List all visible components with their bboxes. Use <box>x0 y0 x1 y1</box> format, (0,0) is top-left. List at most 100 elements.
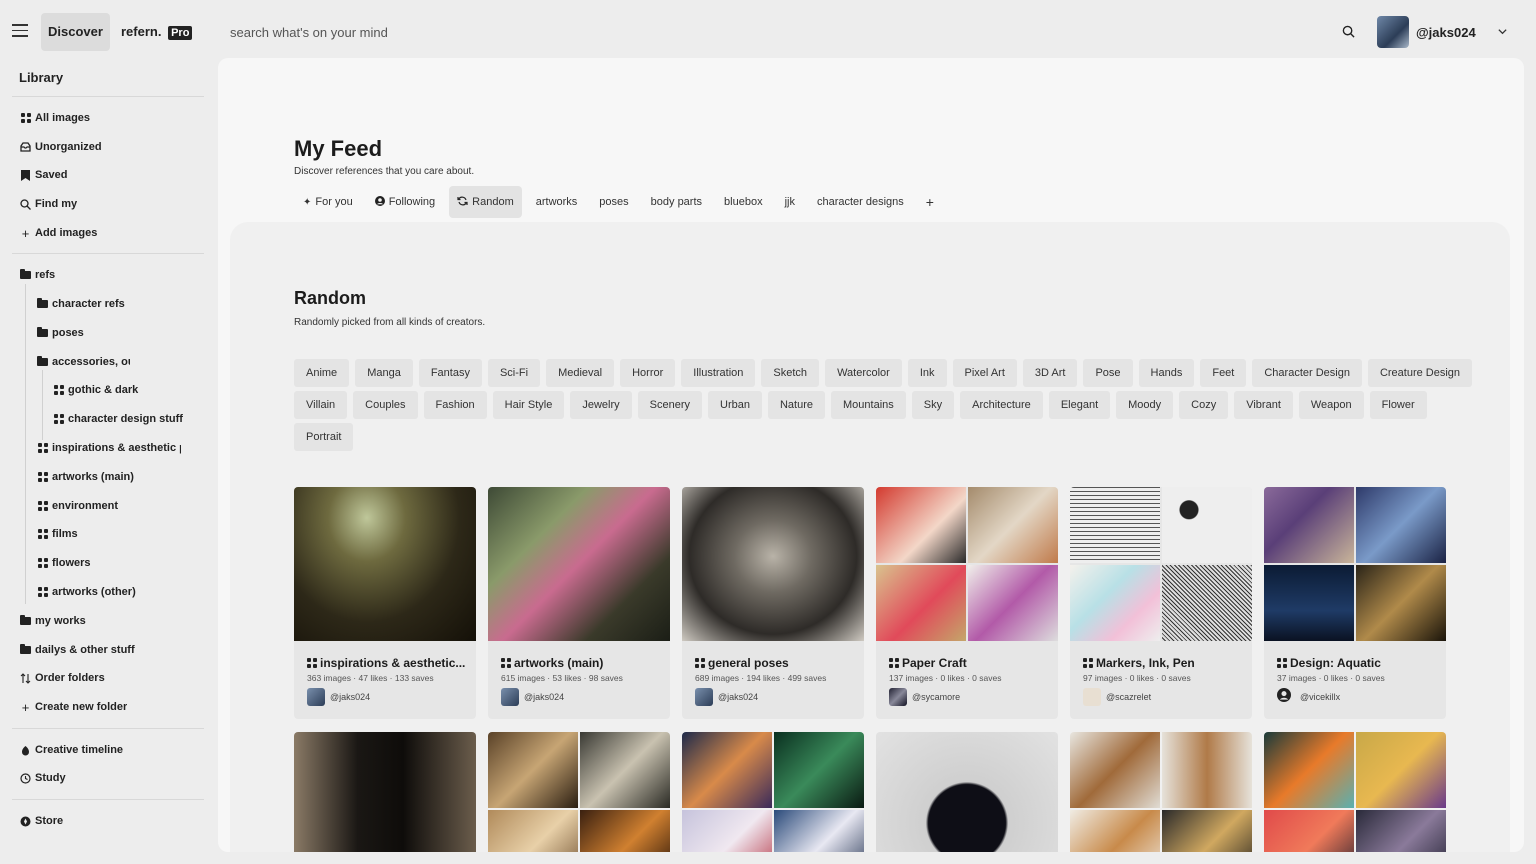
sidebar-folder-inspirations[interactable]: inspirations & aesthetic ph <box>37 438 181 458</box>
collection-card[interactable] <box>876 732 1058 852</box>
sidebar-folder-character-design-stuff[interactable]: character design stuff <box>53 409 203 429</box>
tab-character-designs[interactable]: character designs <box>809 186 912 218</box>
search-input[interactable] <box>222 18 1322 46</box>
chevron-down-icon[interactable] <box>1497 26 1508 37</box>
tag-chip[interactable]: Sci-Fi <box>487 359 541 387</box>
avatar[interactable] <box>1377 16 1409 48</box>
search-icon[interactable] <box>1342 25 1355 38</box>
collection-card[interactable]: Design: Aquatic 37 images · 0 likes · 0 … <box>1264 487 1446 719</box>
tag-chip[interactable]: Hands <box>1138 359 1195 387</box>
tab-following[interactable]: Following <box>367 186 443 218</box>
tag-chip[interactable]: Sky <box>911 391 955 419</box>
collection-card[interactable]: Markers, Ink, Pen 97 images · 0 likes · … <box>1070 487 1252 719</box>
avatar[interactable] <box>307 688 325 706</box>
tab-artworks[interactable]: artworks <box>528 186 586 218</box>
tag-chip[interactable]: Couples <box>353 391 418 419</box>
card-owner[interactable]: @jaks024 <box>718 692 758 702</box>
tag-chip[interactable]: Illustration <box>681 359 756 387</box>
sidebar-item-saved[interactable]: Saved <box>20 165 67 185</box>
tag-chip[interactable]: Sketch <box>761 359 820 387</box>
sidebar-folder-artworks-other[interactable]: artworks (other) <box>37 582 202 602</box>
sidebar-item-add-images[interactable]: + Add images <box>20 223 98 243</box>
tag-chip[interactable]: Fashion <box>423 391 487 419</box>
discover-button[interactable]: Discover <box>41 13 110 51</box>
sidebar-folder-gothic-dark[interactable]: gothic & dark <box>53 380 203 400</box>
collection-card[interactable] <box>682 732 864 852</box>
sidebar-item-find-my[interactable]: Find my <box>20 194 77 214</box>
tag-chip[interactable]: Horror <box>620 359 676 387</box>
sidebar-folder-my-works[interactable]: my works <box>20 611 86 631</box>
sidebar-folder-poses[interactable]: poses <box>37 323 202 343</box>
tag-chip[interactable]: Villain <box>294 391 348 419</box>
sidebar-study[interactable]: Study <box>20 768 66 788</box>
card-owner[interactable]: @jaks024 <box>330 692 370 702</box>
tag-chip[interactable]: Urban <box>708 391 762 419</box>
collection-card[interactable] <box>294 732 476 852</box>
tag-chip[interactable]: Medieval <box>546 359 615 387</box>
sidebar-folder-dailys[interactable]: dailys & other stuff <box>20 640 135 660</box>
collection-card[interactable] <box>1264 732 1446 852</box>
tab-poses[interactable]: poses <box>591 186 636 218</box>
tag-chip[interactable]: Feet <box>1200 359 1247 387</box>
tag-chip[interactable]: Cozy <box>1179 391 1229 419</box>
tag-chip[interactable]: Watercolor <box>825 359 902 387</box>
tag-chip[interactable]: Flower <box>1369 391 1427 419</box>
tab-jjk[interactable]: jjk <box>777 186 803 218</box>
sidebar-folder-refs[interactable]: refs <box>20 265 55 285</box>
tag-chip[interactable]: Mountains <box>831 391 906 419</box>
tag-chip[interactable]: Nature <box>767 391 825 419</box>
sidebar-folder-environment[interactable]: environment <box>37 496 202 516</box>
add-tab-button[interactable]: + <box>918 194 942 210</box>
collection-card[interactable] <box>1070 732 1252 852</box>
tag-chip[interactable]: Portrait <box>294 423 354 451</box>
tab-random[interactable]: Random <box>449 186 522 218</box>
card-owner[interactable]: @scazrelet <box>1106 692 1151 702</box>
sidebar-folder-character-refs[interactable]: character refs <box>37 294 202 314</box>
sidebar-create-folder[interactable]: + Create new folder <box>20 697 128 717</box>
user-circle-icon[interactable] <box>1277 688 1295 706</box>
tab-for-you[interactable]: ✦ For you <box>295 186 361 218</box>
tab-bluebox[interactable]: bluebox <box>716 186 771 218</box>
card-owner[interactable]: @sycamore <box>912 692 960 702</box>
avatar[interactable] <box>501 688 519 706</box>
sidebar-folder-flowers[interactable]: flowers <box>37 553 202 573</box>
tab-body-parts[interactable]: body parts <box>643 186 710 218</box>
tag-chip[interactable]: Scenery <box>637 391 702 419</box>
tag-chip[interactable]: Pose <box>1083 359 1133 387</box>
tag-chip[interactable]: Vibrant <box>1234 391 1293 419</box>
tag-chip[interactable]: Fantasy <box>418 359 482 387</box>
collection-card[interactable] <box>488 732 670 852</box>
collection-card[interactable]: inspirations & aesthetic... 363 images ·… <box>294 487 476 719</box>
sidebar-folder-accessories[interactable]: accessories, out <box>37 352 130 372</box>
sidebar-item-all-images[interactable]: All images <box>20 108 90 128</box>
tag-chip[interactable]: Jewelry <box>570 391 632 419</box>
collection-card[interactable]: general poses 689 images · 194 likes · 4… <box>682 487 864 719</box>
menu-icon[interactable] <box>12 24 28 38</box>
tag-chip[interactable]: Moody <box>1116 391 1174 419</box>
tag-chip[interactable]: Pixel Art <box>952 359 1017 387</box>
avatar[interactable] <box>1083 688 1101 706</box>
sidebar-order-folders[interactable]: Order folders <box>20 668 105 688</box>
tag-chip[interactable]: Ink <box>907 359 947 387</box>
username[interactable]: @jaks024 <box>1416 25 1476 40</box>
sidebar-creative-timeline[interactable]: Creative timeline <box>20 740 123 760</box>
tag-chip[interactable]: Hair Style <box>492 391 565 419</box>
avatar[interactable] <box>889 688 907 706</box>
card-owner[interactable]: @jaks024 <box>524 692 564 702</box>
tag-chip[interactable]: Character Design <box>1252 359 1362 387</box>
tag-chip[interactable]: Architecture <box>960 391 1043 419</box>
brand-logo[interactable]: refern. Pro <box>121 24 193 40</box>
tag-chip[interactable]: Creature Design <box>1367 359 1473 387</box>
sidebar-folder-films[interactable]: films <box>37 524 202 544</box>
sidebar-folder-artworks-main[interactable]: artworks (main) <box>37 467 202 487</box>
collection-card[interactable]: Paper Craft 137 images · 0 likes · 0 sav… <box>876 487 1058 719</box>
tag-chip[interactable]: Weapon <box>1298 391 1364 419</box>
card-owner[interactable]: @vicekillx <box>1300 692 1340 702</box>
tag-chip[interactable]: 3D Art <box>1022 359 1078 387</box>
sidebar-store[interactable]: Store <box>20 811 63 831</box>
tag-chip[interactable]: Anime <box>294 359 350 387</box>
tag-chip[interactable]: Elegant <box>1048 391 1111 419</box>
tag-chip[interactable]: Manga <box>355 359 413 387</box>
avatar[interactable] <box>695 688 713 706</box>
sidebar-item-unorganized[interactable]: Unorganized <box>20 137 102 157</box>
